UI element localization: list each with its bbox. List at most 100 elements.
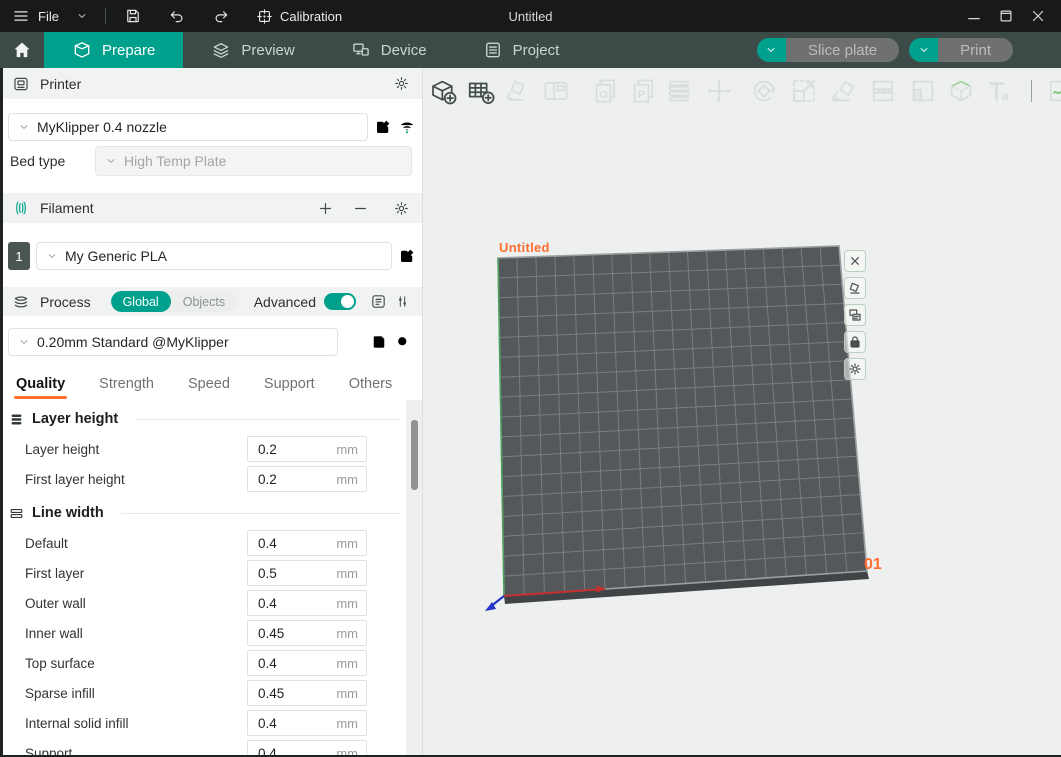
param-value[interactable]: 0.2 (258, 472, 336, 487)
printer-settings-gear-icon[interactable] (393, 75, 410, 92)
save-icon[interactable] (124, 7, 142, 25)
process-scope-switch[interactable]: Global Objects (111, 291, 238, 312)
remove-filament-icon[interactable] (352, 200, 369, 217)
close-button[interactable] (1029, 7, 1047, 25)
add-object-icon[interactable] (428, 76, 458, 106)
param-input[interactable]: 0.45mm (247, 620, 367, 646)
undo-icon[interactable] (168, 7, 186, 25)
param-unit: mm (336, 656, 358, 671)
param-tabs: Quality Strength Speed Support Others (0, 368, 408, 399)
printer-edit-icon[interactable] (374, 118, 392, 136)
printer-preset-select[interactable]: MyKlipper 0.4 nozzle (8, 113, 368, 141)
param-tab-support[interactable]: Support (264, 368, 315, 399)
param-group-title: Layer height (32, 411, 118, 427)
add-filament-icon[interactable] (317, 200, 334, 217)
param-value[interactable]: 0.4 (258, 596, 336, 611)
bed-type-label: Bed type (10, 153, 65, 169)
fill-icon (908, 76, 938, 106)
split-layout-icon (541, 76, 571, 106)
filament-edit-icon[interactable] (398, 247, 416, 265)
param-label: Internal solid infill (25, 716, 247, 731)
tab-prepare[interactable]: Prepare (44, 32, 183, 68)
param-input[interactable]: 0.4mm (247, 530, 367, 556)
slice-plate-button[interactable]: Slice plate (757, 38, 899, 62)
param-input[interactable]: 0.4mm (247, 710, 367, 736)
param-value[interactable]: 0.45 (258, 686, 336, 701)
filament-icon (12, 199, 30, 217)
param-tab-speed[interactable]: Speed (188, 368, 230, 399)
param-tab-others[interactable]: Others (349, 368, 393, 399)
lock-plate-icon[interactable] (844, 331, 866, 353)
redo-icon[interactable] (212, 7, 230, 25)
chevron-down-icon (17, 120, 31, 134)
parameter-list-icon[interactable] (370, 293, 387, 310)
param-input[interactable]: 0.4mm (247, 650, 367, 676)
param-row: Top surface0.4mm (0, 648, 406, 678)
filament-slot-badge[interactable]: 1 (8, 242, 30, 270)
advanced-toggle[interactable] (324, 293, 356, 310)
plate-number-label: 01 (864, 556, 882, 574)
filament-settings-gear-icon[interactable] (393, 200, 410, 217)
param-input[interactable]: 0.2mm (247, 436, 367, 462)
menu-icon[interactable] (12, 7, 30, 25)
chevron-down-icon[interactable] (75, 9, 89, 23)
viewport-3d[interactable]: OPa Untitled 01 (422, 68, 1061, 757)
maximize-button[interactable] (997, 7, 1015, 25)
tab-device[interactable]: Device (323, 32, 455, 68)
chevron-down-icon (17, 335, 31, 349)
plate-settings-icon[interactable] (844, 304, 866, 326)
build-plate[interactable] (423, 68, 1061, 757)
calibration-menu[interactable]: Calibration (256, 8, 342, 25)
scope-global[interactable]: Global (111, 291, 171, 312)
mesh-edit-icon (946, 76, 976, 106)
printer-wifi-icon[interactable] (398, 118, 416, 136)
layer-height-icon (8, 411, 25, 428)
param-input[interactable]: 0.45mm (247, 680, 367, 706)
compare-presets-icon[interactable] (395, 294, 410, 309)
param-input[interactable]: 0.4mm (247, 590, 367, 616)
param-value[interactable]: 0.4 (258, 656, 336, 671)
tab-preview[interactable]: Preview (183, 32, 322, 68)
add-plate-icon[interactable] (466, 76, 496, 106)
param-group: Line widthDefault0.4mmFirst layer0.5mmOu… (0, 498, 406, 757)
param-input[interactable]: 0.2mm (247, 466, 367, 492)
param-input[interactable]: 0.5mm (247, 560, 367, 586)
orient-plate-icon[interactable] (844, 277, 866, 299)
scope-objects[interactable]: Objects (171, 291, 237, 312)
titlebar: File Calibration Untitled (0, 0, 1061, 32)
window-edge (0, 68, 3, 757)
param-row: First layer height0.2mm (0, 464, 406, 494)
file-menu[interactable]: File (38, 9, 59, 24)
param-tab-strength[interactable]: Strength (99, 368, 154, 399)
param-tab-quality[interactable]: Quality (16, 368, 65, 399)
param-value[interactable]: 0.4 (258, 536, 336, 551)
param-value[interactable]: 0.45 (258, 626, 336, 641)
param-group-header: Layer height (0, 404, 406, 434)
search-params-icon[interactable] (394, 333, 412, 351)
text-icon: a (984, 76, 1014, 106)
param-row: Internal solid infill0.4mm (0, 708, 406, 738)
bed-type-select[interactable]: High Temp Plate (95, 146, 412, 176)
print-button[interactable]: Print (909, 38, 1013, 62)
filament-preset-select[interactable]: My Generic PLA (36, 242, 392, 270)
tab-project[interactable]: Project (455, 32, 588, 68)
line-width-icon (8, 505, 25, 522)
param-label: Layer height (25, 442, 247, 457)
print-dropdown-icon[interactable] (917, 43, 931, 57)
param-value[interactable]: 0.4 (258, 716, 336, 731)
delete-plate-icon[interactable] (844, 250, 866, 272)
param-value[interactable]: 0.2 (258, 442, 336, 457)
plate-title-label[interactable]: Untitled (499, 240, 550, 255)
side-panel: Printer MyKlipper 0.4 nozzle Bed type Hi… (0, 68, 422, 757)
scrollbar-thumb[interactable] (411, 420, 418, 490)
save-preset-icon[interactable] (370, 333, 388, 351)
param-label: Inner wall (25, 626, 247, 641)
home-button[interactable] (0, 32, 44, 68)
param-value[interactable]: 0.5 (258, 566, 336, 581)
process-preset-select[interactable]: 0.20mm Standard @MyKlipper (8, 328, 338, 356)
slice-dropdown-icon[interactable] (764, 43, 778, 57)
rotate-icon (749, 76, 779, 106)
plate-gear-icon[interactable] (844, 358, 866, 380)
svg-text:a: a (1002, 89, 1010, 103)
minimize-button[interactable] (965, 7, 983, 25)
